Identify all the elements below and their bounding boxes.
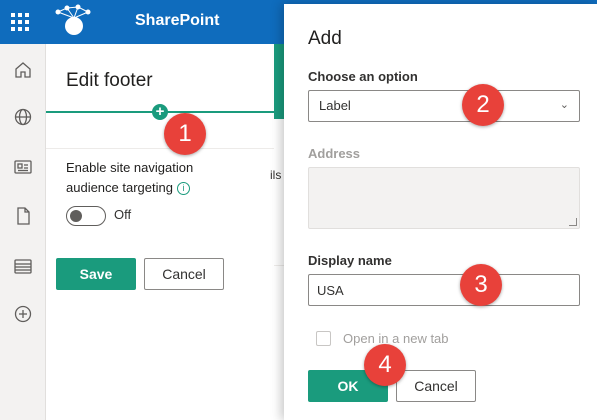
choose-option-label: Choose an option [308,69,418,84]
save-button[interactable]: Save [56,258,136,290]
chevron-down-icon: ⌄ [559,99,569,111]
step-badge-2: 2 [462,84,504,126]
add-icon[interactable] [12,303,34,325]
audience-targeting-toggle[interactable] [66,206,106,226]
site-logo-icon[interactable] [52,2,94,38]
cancel-footer-button[interactable]: Cancel [144,258,224,290]
display-name-label: Display name [308,253,392,268]
divider [46,148,274,149]
address-label: Address [308,146,361,161]
info-icon[interactable]: i [176,182,190,196]
app-title[interactable]: SharePoint [135,12,219,30]
address-textarea [308,167,580,229]
add-dialog: Add Choose an option Label ⌄ Address Dis… [284,4,597,420]
edit-footer-panel: Edit footer + Enable site navigation aud… [46,44,274,420]
panel-title: Edit footer [66,70,153,91]
toggle-knob [70,210,82,222]
toggle-state-label: Off [114,207,132,222]
resize-grip-icon [569,218,577,226]
cancel-dialog-button[interactable]: Cancel [396,370,476,402]
step-badge-3: 3 [460,264,502,306]
app-launcher-icon[interactable] [10,12,30,32]
new-tab-checkbox [316,331,331,346]
option-dropdown-value: Label [319,98,351,113]
background-divider [274,265,284,266]
display-name-input[interactable] [308,274,580,306]
app-bar [0,44,46,420]
news-icon[interactable] [12,156,34,178]
dialog-title: Add [308,28,342,49]
new-tab-label: Open in a new tab [343,331,449,346]
option-dropdown[interactable]: Label ⌄ [308,90,580,122]
step-badge-4: 4 [364,344,406,386]
home-icon[interactable] [12,59,34,81]
audience-targeting-text: Enable site navigation audience targetin… [66,160,194,195]
step-badge-1: 1 [164,113,206,155]
background-green-block [274,44,284,119]
document-icon[interactable] [12,205,34,227]
audience-targeting-label: Enable site navigation audience targetin… [66,158,246,198]
globe-icon[interactable] [12,106,34,128]
list-icon[interactable] [12,255,34,277]
insert-plus-icon[interactable]: + [152,104,168,120]
background-partial-text: ils [270,168,282,182]
